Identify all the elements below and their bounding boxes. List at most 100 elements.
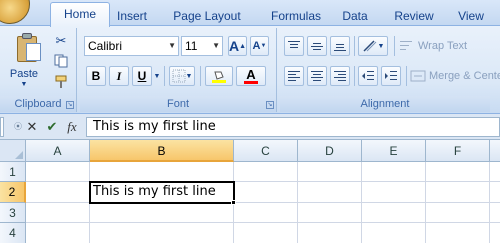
row-header-1[interactable]: 1 <box>0 162 26 182</box>
paste-label: Paste <box>9 68 39 80</box>
tab-home[interactable]: Home <box>50 2 110 27</box>
cell-b3[interactable] <box>90 203 234 223</box>
wrap-text-icon <box>400 41 412 50</box>
cell-a2[interactable] <box>26 182 90 203</box>
cell-f1[interactable] <box>426 162 490 182</box>
column-header-b[interactable]: B <box>90 140 234 162</box>
cell-f2[interactable] <box>426 182 490 203</box>
chevron-down-icon: ▼ <box>168 41 176 50</box>
office-button[interactable] <box>0 0 30 24</box>
font-family-value: Calibri <box>88 39 123 53</box>
borders-icon <box>172 69 186 83</box>
cell-a1[interactable] <box>26 162 90 182</box>
column-header-a[interactable]: A <box>26 140 90 162</box>
cell-f3[interactable] <box>426 203 490 223</box>
align-center-button[interactable] <box>307 66 327 86</box>
tab-review[interactable]: Review <box>390 6 438 26</box>
align-top-button[interactable] <box>284 36 304 56</box>
cell-d3[interactable] <box>298 203 362 223</box>
cell-g3[interactable] <box>490 203 500 223</box>
align-middle-button[interactable] <box>307 36 327 56</box>
clipboard-group: Paste ▼ ✂ Clipboard ↘ <box>0 28 77 112</box>
cut-icon[interactable]: ✂ <box>52 32 70 50</box>
column-header-c[interactable]: C <box>234 140 298 162</box>
cell-c1[interactable] <box>234 162 298 182</box>
fill-color-button[interactable] <box>205 66 233 86</box>
alignment-group-label: Alignment <box>280 96 490 112</box>
cell-d2[interactable] <box>298 182 362 203</box>
decrease-indent-button[interactable] <box>358 66 378 86</box>
paste-button[interactable]: Paste ▼ <box>4 28 44 94</box>
cell-c3[interactable] <box>234 203 298 223</box>
paint-bucket-icon <box>214 71 224 80</box>
format-painter-icon[interactable] <box>52 73 70 91</box>
italic-button[interactable]: I <box>109 66 129 86</box>
font-family-select[interactable]: Calibri ▼ <box>84 36 179 56</box>
merge-center-button[interactable]: Merge & Center <box>410 66 500 86</box>
column-header-f[interactable]: F <box>426 140 490 162</box>
cancel-icon[interactable]: ✕ <box>24 119 40 135</box>
font-color-swatch <box>244 80 258 84</box>
grow-font-button[interactable]: A ▲ <box>228 36 247 56</box>
name-box[interactable] <box>0 117 4 137</box>
clipboard-group-label: Clipboard <box>0 96 76 112</box>
alignment-group: ▼ Wrap Text Merge & Center Alignment <box>280 28 500 112</box>
font-launcher-icon[interactable]: ↘ <box>266 101 274 109</box>
tab-data[interactable]: Data <box>338 6 372 26</box>
cell-d4[interactable] <box>298 223 362 243</box>
bold-button[interactable]: B <box>86 66 106 86</box>
tab-insert[interactable]: Insert <box>112 6 152 26</box>
orientation-button[interactable]: ▼ <box>358 36 388 56</box>
worksheet-grid: A B C D E F 1 2 3 4 This is my first lin… <box>0 140 500 243</box>
cell-e1[interactable] <box>362 162 426 182</box>
align-bottom-button[interactable] <box>330 36 350 56</box>
column-header-e[interactable]: E <box>362 140 426 162</box>
font-group-label: Font <box>80 96 276 112</box>
underline-dropdown-icon[interactable]: ▼ <box>153 70 161 82</box>
paste-dropdown-icon[interactable]: ▼ <box>21 81 28 88</box>
column-header-g[interactable] <box>490 140 500 162</box>
cell-a3[interactable] <box>26 203 90 223</box>
formula-bar: ⦿ ✕ ✔ fx This is my first line <box>0 114 500 140</box>
cell-c2[interactable] <box>234 182 298 203</box>
insert-function-button[interactable]: fx <box>64 119 80 135</box>
row-header-3[interactable]: 3 <box>0 203 26 223</box>
cell-d1[interactable] <box>298 162 362 182</box>
ribbon-tab-bar: Home Insert Page Layout Formulas Data Re… <box>0 0 500 27</box>
row-header-4[interactable]: 4 <box>0 223 26 243</box>
row-header-2[interactable]: 2 <box>0 182 26 203</box>
tab-view[interactable]: View <box>454 6 488 26</box>
cell-e2[interactable] <box>362 182 426 203</box>
align-left-icon <box>288 71 300 81</box>
shrink-font-button[interactable]: A ▼ <box>250 36 269 56</box>
copy-icon[interactable] <box>52 52 70 70</box>
font-size-value: 11 <box>185 39 198 53</box>
font-size-select[interactable]: 11 ▼ <box>181 36 223 56</box>
formula-input[interactable]: This is my first line <box>86 117 500 137</box>
cell-a4[interactable] <box>26 223 90 243</box>
column-header-d[interactable]: D <box>298 140 362 162</box>
cell-g4[interactable] <box>490 223 500 243</box>
wrap-text-button[interactable]: Wrap Text <box>399 36 499 56</box>
align-left-button[interactable] <box>284 66 304 86</box>
cell-c4[interactable] <box>234 223 298 243</box>
tab-page-layout[interactable]: Page Layout <box>168 6 246 26</box>
borders-button[interactable]: ▼ <box>169 66 195 86</box>
fill-handle[interactable] <box>231 200 236 205</box>
underline-button[interactable]: U <box>132 66 152 86</box>
clipboard-launcher-icon[interactable]: ↘ <box>66 101 74 109</box>
font-color-button[interactable]: A <box>236 66 266 86</box>
enter-icon[interactable]: ✔ <box>44 119 60 135</box>
cell-b4[interactable] <box>90 223 234 243</box>
cell-e3[interactable] <box>362 203 426 223</box>
cell-g2[interactable] <box>490 182 500 203</box>
align-right-button[interactable] <box>330 66 350 86</box>
cell-f4[interactable] <box>426 223 490 243</box>
active-cell-b2[interactable]: This is my first line <box>89 181 235 204</box>
cell-e4[interactable] <box>362 223 426 243</box>
cell-g1[interactable] <box>490 162 500 182</box>
select-all-button[interactable] <box>0 140 26 162</box>
cell-b1[interactable] <box>90 162 234 182</box>
increase-indent-button[interactable] <box>381 66 401 86</box>
tab-formulas[interactable]: Formulas <box>260 6 332 26</box>
